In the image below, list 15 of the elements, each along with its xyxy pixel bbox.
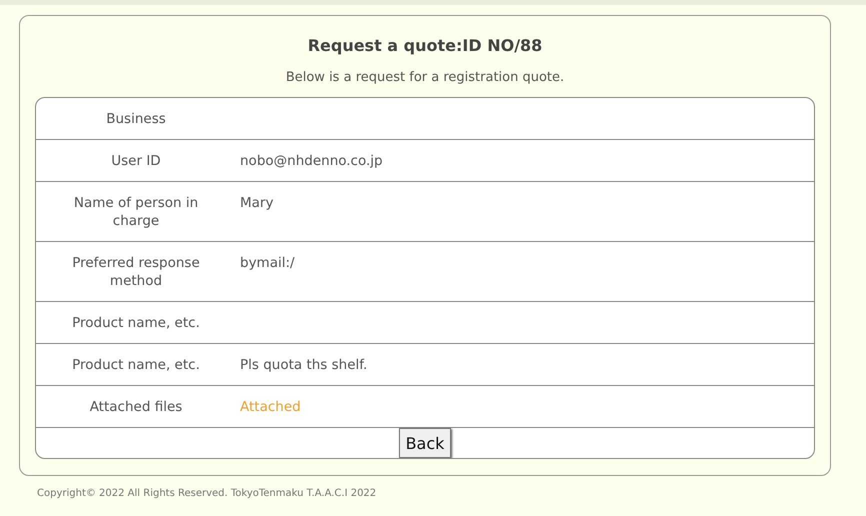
field-value: nobo@nhdenno.co.jp: [240, 153, 383, 169]
back-button[interactable]: Back: [398, 428, 452, 458]
field-label: Product name, etc.: [72, 357, 200, 373]
field-label: Product name, etc.: [72, 315, 200, 331]
field-value: Mary: [240, 195, 274, 211]
copyright-text: Copyright© 2022 All Rights Reserved. TokyoTenmaku T.A.A.C.I 2022: [37, 488, 378, 499]
field-value: Pls quota ths shelf.: [240, 357, 368, 373]
field-label: Business: [106, 111, 166, 127]
field-label: Name of person in charge: [74, 195, 198, 229]
field-label: User ID: [111, 153, 161, 169]
field-label: Attached files: [90, 399, 182, 415]
field-value: bymail:/: [240, 255, 295, 271]
page-description: Below is a request for a registration quote.: [284, 70, 566, 86]
page-title: Request a quote:ID NO/88: [306, 35, 544, 56]
field-label: Preferred response method: [72, 255, 200, 289]
